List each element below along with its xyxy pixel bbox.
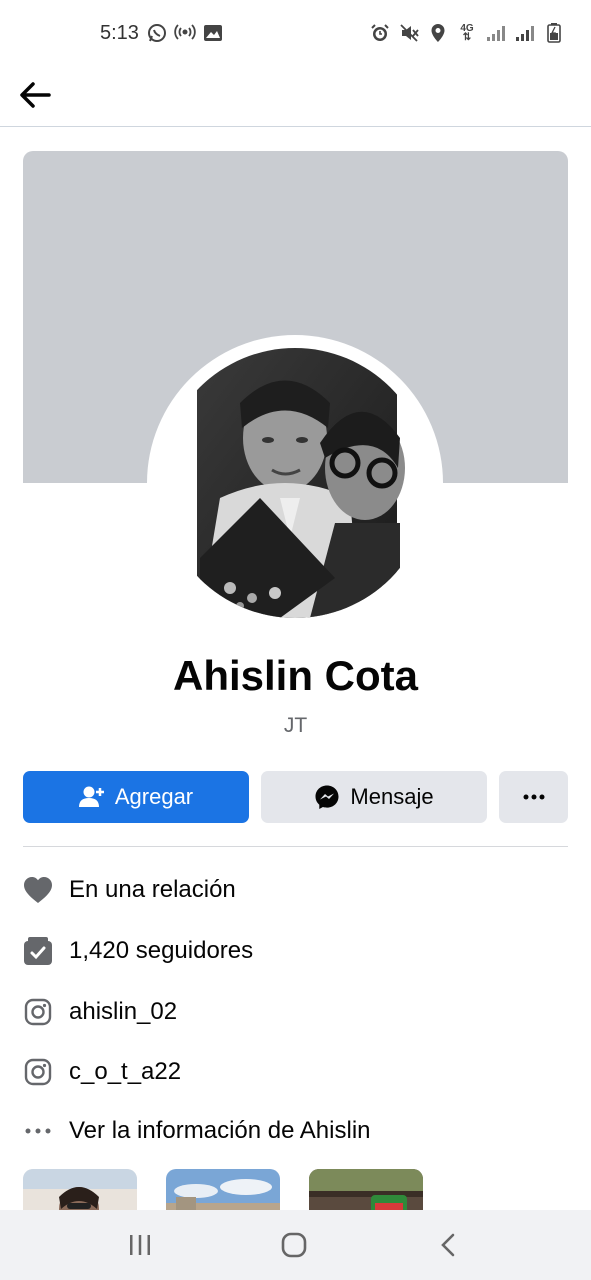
info-relationship: En una relación [23,870,568,910]
arrow-left-icon [20,82,51,108]
status-right-icons: 4G ⇅ [369,22,565,44]
divider [23,846,568,847]
hotspot-icon [174,22,196,44]
followers-text: 1,420 seguidores [69,937,254,964]
mute-icon [398,22,420,44]
info-instagram-1[interactable]: ahislin_02 [23,992,568,1032]
signal-icon [514,22,536,44]
instagram-icon [23,1057,53,1087]
battery-icon [543,22,565,44]
add-person-icon [78,786,104,807]
app-bar [0,66,591,127]
see-info-text: Ver la información de Ahislin [69,1117,371,1144]
profile-photo [160,348,430,618]
more-options-button[interactable] [499,771,568,823]
profile-screen: 5:13 4G ⇅ Ahislin Cota JT Agregar Mensaj… [0,0,591,1280]
status-bar: 5:13 4G ⇅ [0,0,591,66]
instagram-1-text: ahislin_02 [69,998,178,1025]
add-friend-button[interactable]: Agregar [23,771,249,823]
heart-icon [23,875,53,905]
back-button[interactable] [14,74,56,116]
signal-icon [485,22,507,44]
back-icon [441,1233,455,1257]
alarm-icon [369,22,391,44]
data-arrows-icon: ⇅ [462,32,472,43]
relationship-text: En una relación [69,876,236,903]
profile-bio: JT [283,714,308,737]
status-time: 5:13 [100,22,139,44]
recent-apps-button[interactable] [118,1228,162,1262]
add-friend-label: Agregar [114,784,194,809]
instagram-icon [23,997,53,1027]
recent-apps-icon [130,1235,150,1255]
more-dots-icon [23,1116,53,1146]
home-button[interactable] [272,1228,316,1262]
system-nav-bar [0,1210,591,1280]
followers-icon [23,936,53,966]
whatsapp-icon [146,22,168,44]
see-info-link[interactable]: Ver la información de Ahislin [23,1111,568,1151]
gallery-icon [202,22,224,44]
profile-avatar[interactable] [160,348,430,618]
instagram-2-text: c_o_t_a22 [69,1058,182,1085]
messenger-icon [315,785,339,809]
info-instagram-2[interactable]: c_o_t_a22 [23,1052,568,1092]
message-label: Mensaje [350,784,434,809]
network-4g-icon: 4G ⇅ [456,22,478,44]
home-icon [281,1232,307,1258]
nav-back-button[interactable] [426,1228,470,1262]
message-button[interactable]: Mensaje [261,771,487,823]
status-left-icons [146,22,224,44]
profile-name: Ahislin Cota [172,652,418,699]
location-icon [427,22,449,44]
info-followers[interactable]: 1,420 seguidores [23,931,568,971]
more-dots-icon [523,794,544,800]
